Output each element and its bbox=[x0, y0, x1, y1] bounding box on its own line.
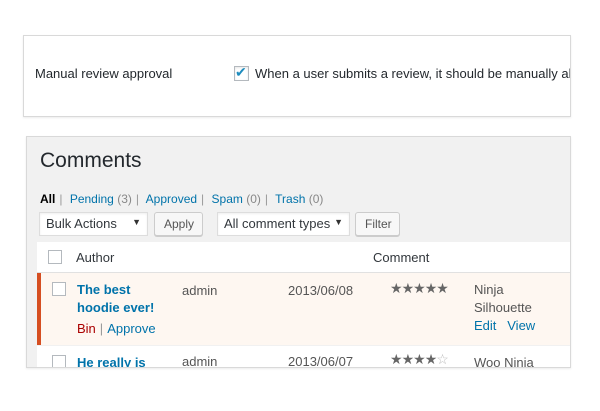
filter-trash-count: (0) bbox=[308, 192, 324, 206]
star-empty-icon: ☆ bbox=[436, 351, 449, 367]
comment-types-value: All comment types bbox=[224, 216, 331, 231]
column-comment[interactable]: Comment bbox=[373, 250, 429, 265]
product-actions: Edit View bbox=[474, 318, 535, 333]
star-icon: ★ bbox=[436, 280, 449, 296]
filter-pending[interactable]: Pending bbox=[70, 192, 114, 206]
filter-approved[interactable]: Approved bbox=[146, 192, 197, 206]
star-icon: ★ bbox=[390, 280, 403, 296]
manual-review-checkbox[interactable]: ✔ bbox=[234, 64, 249, 81]
table-header: Author Comment bbox=[37, 242, 570, 273]
rating-stars: ★★★★★ bbox=[390, 280, 449, 297]
comment-date: 2013/06/08 bbox=[288, 283, 354, 298]
star-icon: ★ bbox=[390, 351, 403, 367]
column-author[interactable]: Author bbox=[76, 250, 114, 265]
filter-spam-count: (0) bbox=[246, 192, 261, 206]
manual-review-description: When a user submits a review, it should … bbox=[255, 66, 571, 81]
comment-title-link[interactable]: The best hoodie ever! bbox=[77, 281, 154, 317]
comments-panel: Comments All | Pending (3) | Approved | Spa… bbox=[26, 136, 571, 368]
bulk-actions-value: Bulk Actions bbox=[46, 216, 117, 231]
filter-button[interactable]: Filter bbox=[355, 212, 400, 236]
filter-spam[interactable]: Spam bbox=[212, 192, 243, 206]
star-icon: ★ bbox=[424, 280, 438, 296]
star-icon: ★ bbox=[413, 280, 426, 296]
page-title: Comments bbox=[40, 149, 142, 172]
row-actions: Bin | Approve bbox=[77, 321, 156, 336]
table-row: The best hoodie ever! Bin | Approve admin … bbox=[37, 273, 570, 345]
comment-types-select[interactable]: All comment types ▼ bbox=[217, 212, 350, 236]
filter-all[interactable]: All bbox=[40, 192, 55, 206]
manual-review-label: Manual review approval bbox=[35, 66, 173, 81]
table-row: He really is admin 2013/06/07 ★★★★☆ Woo … bbox=[37, 346, 570, 368]
rating-stars: ★★★★☆ bbox=[390, 351, 449, 367]
settings-panel: Manual review approval ✔ When a user sub… bbox=[23, 35, 571, 117]
star-icon: ★ bbox=[413, 351, 426, 367]
checkmark-icon: ✔ bbox=[235, 64, 247, 80]
star-icon: ★ bbox=[401, 280, 415, 296]
comment-author: admin bbox=[182, 354, 218, 368]
star-icon: ★ bbox=[401, 351, 415, 367]
row-checkbox[interactable] bbox=[52, 282, 66, 296]
select-all-checkbox[interactable] bbox=[48, 250, 62, 264]
filter-pending-count: (3) bbox=[117, 192, 132, 206]
edit-link[interactable]: Edit bbox=[474, 318, 496, 333]
apply-button[interactable]: Apply bbox=[154, 212, 203, 236]
approve-link[interactable]: Approve bbox=[107, 321, 155, 336]
comment-date: 2013/06/07 bbox=[288, 354, 354, 368]
view-link[interactable]: View bbox=[507, 318, 535, 333]
product-link[interactable]: Ninja Silhouette bbox=[474, 281, 532, 317]
chevron-down-icon: ▼ bbox=[334, 217, 343, 227]
chevron-down-icon: ▼ bbox=[132, 217, 141, 227]
bin-link[interactable]: Bin bbox=[77, 321, 96, 336]
row-checkbox[interactable] bbox=[52, 355, 66, 367]
comment-title-link[interactable]: He really is bbox=[77, 354, 146, 367]
star-icon: ★ bbox=[424, 351, 438, 367]
filter-trash[interactable]: Trash bbox=[275, 192, 305, 206]
bulk-actions-select[interactable]: Bulk Actions ▼ bbox=[39, 212, 148, 236]
comment-status-filters: All | Pending (3) | Approved | Spam (0) | Tr… bbox=[40, 192, 324, 206]
product-link[interactable]: Woo Ninja bbox=[474, 354, 534, 367]
comment-author: admin bbox=[182, 283, 218, 298]
